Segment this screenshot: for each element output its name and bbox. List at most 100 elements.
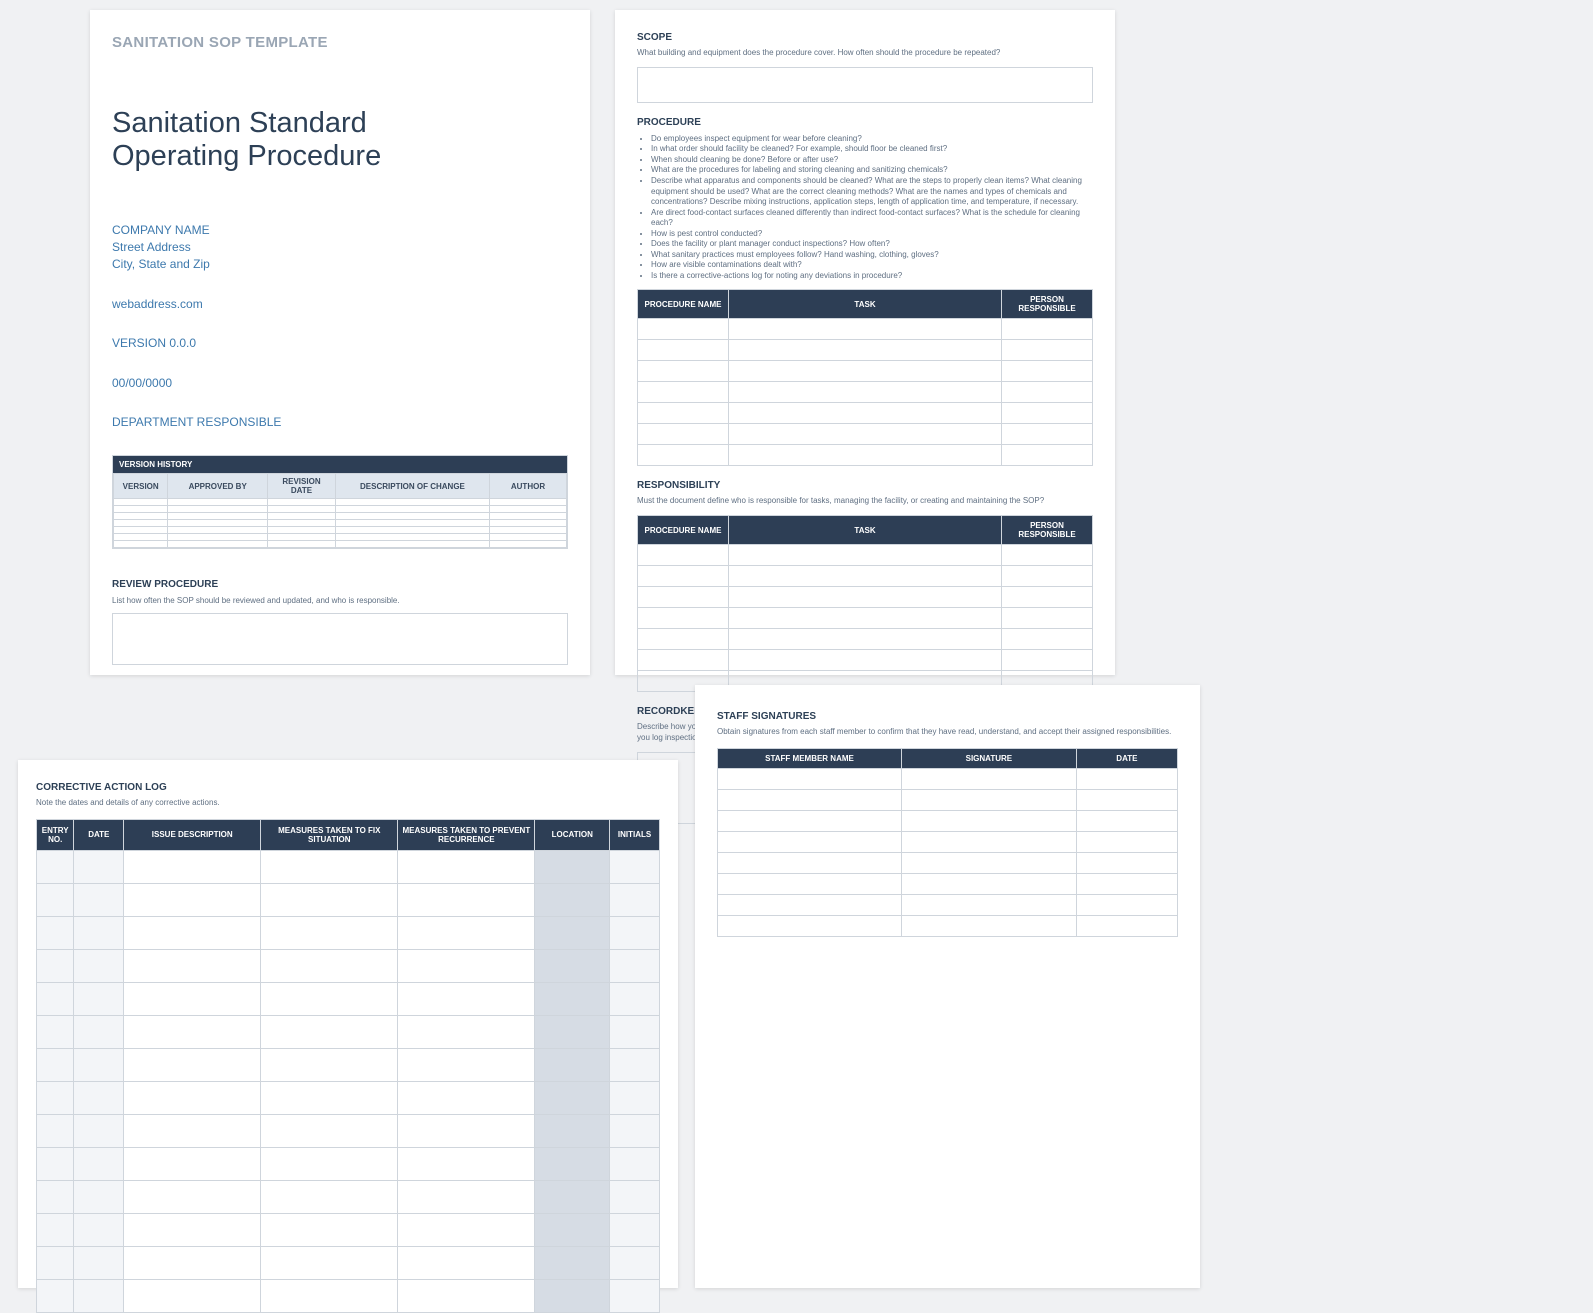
table-row[interactable] — [37, 883, 660, 916]
street-address: Street Address — [112, 239, 568, 256]
table-row[interactable] — [718, 789, 1178, 810]
table-row[interactable] — [718, 915, 1178, 936]
table-row[interactable] — [114, 534, 567, 541]
table-row[interactable] — [114, 506, 567, 513]
procedure-bullets: Do employees inspect equipment for wear … — [651, 134, 1093, 282]
review-procedure-heading: REVIEW PROCEDURE — [112, 579, 568, 590]
version-history-header: VERSION HISTORY — [113, 456, 567, 473]
table-row[interactable] — [37, 1147, 660, 1180]
table-row[interactable] — [638, 361, 1093, 382]
col-initials: INITIALS — [610, 819, 660, 850]
table-row[interactable] — [37, 1246, 660, 1279]
col-issue-description: ISSUE DESCRIPTION — [124, 819, 261, 850]
list-item: How is pest control conducted? — [651, 229, 1093, 240]
table-row[interactable] — [638, 319, 1093, 340]
web-address: webaddress.com — [112, 296, 568, 313]
table-row[interactable] — [37, 1180, 660, 1213]
table-row[interactable] — [718, 831, 1178, 852]
page-3-corrective-action: CORRECTIVE ACTION LOG Note the dates and… — [18, 760, 678, 1288]
table-row[interactable] — [37, 850, 660, 883]
company-name: COMPANY NAME — [112, 222, 568, 239]
col-date: DATE — [1076, 748, 1177, 768]
scope-input[interactable] — [637, 67, 1093, 103]
corrective-action-heading: CORRECTIVE ACTION LOG — [36, 782, 660, 793]
review-procedure-sub: List how often the SOP should be reviewe… — [112, 596, 568, 605]
table-row[interactable] — [638, 608, 1093, 629]
review-procedure-input[interactable] — [112, 613, 568, 665]
table-row[interactable] — [114, 520, 567, 527]
page-2-details: SCOPE What building and equipment does t… — [615, 10, 1115, 675]
col-description: DESCRIPTION OF CHANGE — [335, 474, 489, 499]
table-row[interactable] — [114, 499, 567, 506]
col-approved-by: APPROVED BY — [168, 474, 268, 499]
list-item: How are visible contaminations dealt wit… — [651, 260, 1093, 271]
signatures-table: STAFF MEMBER NAME SIGNATURE DATE — [717, 748, 1178, 937]
list-item: What are the procedures for labeling and… — [651, 165, 1093, 176]
table-row[interactable] — [37, 949, 660, 982]
table-row[interactable] — [638, 545, 1093, 566]
title-line-1: Sanitation Standard — [112, 107, 367, 139]
col-person-responsible: PERSON RESPONSIBLE — [1002, 516, 1093, 545]
col-fix-measures: MEASURES TAKEN TO FIX SITUATION — [261, 819, 398, 850]
responsibility-sub: Must the document define who is responsi… — [637, 496, 1093, 507]
table-row[interactable] — [37, 982, 660, 1015]
document-title: Sanitation Standard Operating Procedure — [112, 107, 568, 174]
table-row[interactable] — [37, 1081, 660, 1114]
col-date: DATE — [74, 819, 124, 850]
table-row[interactable] — [718, 873, 1178, 894]
responsibility-heading: RESPONSIBILITY — [637, 480, 1093, 491]
col-procedure-name: PROCEDURE NAME — [638, 516, 729, 545]
table-row[interactable] — [37, 1114, 660, 1147]
table-row[interactable] — [718, 852, 1178, 873]
col-location: LOCATION — [535, 819, 610, 850]
col-revision-date: REVISION DATE — [268, 474, 336, 499]
table-row[interactable] — [638, 403, 1093, 424]
list-item: When should cleaning be done? Before or … — [651, 155, 1093, 166]
col-procedure-name: PROCEDURE NAME — [638, 290, 729, 319]
col-task: TASK — [729, 290, 1002, 319]
table-row[interactable] — [638, 566, 1093, 587]
company-meta-block: COMPANY NAME Street Address City, State … — [112, 222, 568, 432]
list-item: Does the facility or plant manager condu… — [651, 239, 1093, 250]
list-item: In what order should facility be cleaned… — [651, 144, 1093, 155]
department-responsible: DEPARTMENT RESPONSIBLE — [112, 414, 568, 431]
table-row[interactable] — [638, 382, 1093, 403]
document-date: 00/00/0000 — [112, 375, 568, 392]
table-row[interactable] — [37, 1279, 660, 1312]
table-row[interactable] — [638, 445, 1093, 466]
scope-sub: What building and equipment does the pro… — [637, 48, 1093, 59]
table-row[interactable] — [37, 1213, 660, 1246]
table-row[interactable] — [718, 768, 1178, 789]
table-row[interactable] — [638, 650, 1093, 671]
table-row[interactable] — [638, 629, 1093, 650]
table-row[interactable] — [114, 541, 567, 548]
scope-heading: SCOPE — [637, 32, 1093, 43]
table-row[interactable] — [638, 424, 1093, 445]
col-entry-no: ENTRY NO. — [37, 819, 74, 850]
col-version: VERSION — [114, 474, 168, 499]
page-4-signatures: STAFF SIGNATURES Obtain signatures from … — [695, 685, 1200, 1288]
page-1-cover: SANITATION SOP TEMPLATE Sanitation Stand… — [90, 10, 590, 675]
table-row[interactable] — [638, 340, 1093, 361]
col-signature: SIGNATURE — [902, 748, 1077, 768]
table-row[interactable] — [114, 513, 567, 520]
table-row[interactable] — [37, 1015, 660, 1048]
col-author: AUTHOR — [489, 474, 566, 499]
table-row[interactable] — [638, 587, 1093, 608]
city-state-zip: City, State and Zip — [112, 256, 568, 273]
table-row[interactable] — [37, 1048, 660, 1081]
list-item: Do employees inspect equipment for wear … — [651, 134, 1093, 145]
table-row[interactable] — [718, 810, 1178, 831]
table-row[interactable] — [37, 916, 660, 949]
table-row[interactable] — [718, 894, 1178, 915]
col-staff-name: STAFF MEMBER NAME — [718, 748, 902, 768]
version-history-table: VERSION HISTORY VERSION APPROVED BY REVI… — [112, 455, 568, 549]
col-person-responsible: PERSON RESPONSIBLE — [1002, 290, 1093, 319]
col-prevent-measures: MEASURES TAKEN TO PREVENT RECURRENCE — [398, 819, 535, 850]
template-label: SANITATION SOP TEMPLATE — [112, 34, 568, 51]
col-task: TASK — [729, 516, 1002, 545]
list-item: Is there a corrective-actions log for no… — [651, 271, 1093, 282]
signatures-sub: Obtain signatures from each staff member… — [717, 727, 1178, 738]
table-row[interactable] — [114, 527, 567, 534]
corrective-action-table: ENTRY NO. DATE ISSUE DESCRIPTION MEASURE… — [36, 819, 660, 1313]
